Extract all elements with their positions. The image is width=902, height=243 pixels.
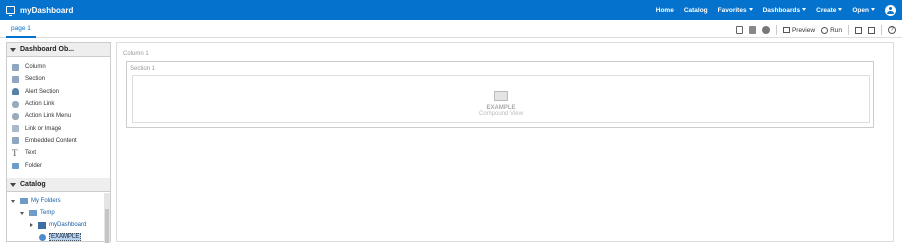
user-avatar-icon[interactable] [885,4,896,16]
nav-favorites-label: Favorites [717,6,747,14]
tree-label: My Folders [31,198,61,204]
top-bar: myDashboard Home Catalog Favorites Dashb… [0,0,902,20]
object-folder[interactable]: Folder [7,159,110,171]
analysis-icon [39,233,46,241]
column-1[interactable]: Section 1 EXAMPLE Compound View [126,61,874,128]
object-action-link-menu[interactable]: Action Link Menu [7,110,110,122]
section-icon [12,75,19,83]
chevron-down-icon [802,8,807,12]
nav-create[interactable]: Create [816,6,843,14]
object-section[interactable]: Section [7,73,110,85]
tree-label: Temp [40,210,55,216]
catalog-title: Catalog [20,181,46,188]
object-label: Action Link [25,101,55,108]
object-label: Alert Section [25,88,60,95]
dashboard-icon [38,221,46,229]
dashboard-objects-title: Dashboard Ob... [20,46,75,53]
chevron-down-icon [838,8,843,12]
preview-label: Preview [791,26,816,34]
column-label: Column 1 [123,51,149,57]
image-icon [12,125,19,133]
nav-catalog[interactable]: Catalog [684,7,708,14]
section-1[interactable]: EXAMPLE Compound View [132,75,870,123]
toolbar-divider [881,25,882,35]
compound-view[interactable]: EXAMPLE Compound View [133,91,869,117]
alert-icon [12,88,19,96]
preview-icon [782,27,790,33]
object-link-or-image[interactable]: Link or Image [7,122,110,134]
run-icon [821,26,829,34]
compound-view-icon [494,91,508,101]
object-label: Embedded Content [25,137,77,144]
app-title: myDashboard [20,5,74,15]
object-alert-section[interactable]: Alert Section [7,86,110,98]
tree-item-mydashboard[interactable]: myDashboard [7,219,110,231]
dashboard-icon [6,6,15,16]
left-panel: Dashboard Ob... Column Section Alert Sec… [6,42,111,243]
toolbar-divider [848,25,849,35]
object-label: Section [25,76,46,83]
help-icon[interactable]: ? [888,26,896,34]
catalog-section: Catalog [7,178,110,192]
nav-open[interactable]: Open [852,7,875,14]
editor-toolbar: Preview Run ? [735,25,896,35]
expand-icon [20,211,24,215]
run-button[interactable]: Run [821,26,842,34]
add-page-icon[interactable] [748,26,756,34]
tree-item-example[interactable]: EXAMPLE [7,231,110,243]
column-icon [12,63,19,71]
tree-item-temp[interactable]: Temp [7,207,110,219]
chevron-down-icon [871,8,875,12]
save-icon[interactable] [855,26,862,34]
nav-favorites[interactable]: Favorites [718,7,753,14]
brand: myDashboard [6,5,74,16]
tree-label: EXAMPLE [49,233,82,241]
toolbar-divider [775,25,777,35]
folder-icon [12,162,19,169]
chevron-down-icon [748,8,753,12]
nav-dashboards-label: Dashboards [762,6,801,14]
run-label: Run [830,26,842,34]
expand-icon [11,199,15,203]
folder-icon [20,198,28,204]
text-icon: T [12,147,18,158]
object-embedded-content[interactable]: Embedded Content [7,135,110,147]
embedded-content-icon [12,137,19,145]
tree-item-my-folders[interactable]: My Folders [7,195,110,207]
nav-dashboards[interactable]: Dashboards [763,7,807,14]
nav-home[interactable]: Home [656,7,674,14]
folder-icon [29,210,37,216]
dashboard-canvas: Column 1 Section 1 EXAMPLE Compound View [116,42,894,242]
catalog-header[interactable]: Catalog [7,178,110,192]
gear-icon[interactable] [761,26,770,34]
nav-open-label: Open [852,6,869,14]
nav-create-label: Create [816,6,837,14]
object-label: Link or Image [25,125,62,132]
view-type: Compound View [479,111,523,117]
catalog-tree: My Folders Temp myDashboard EXAMPLE [7,195,110,243]
action-link-icon [12,100,19,108]
catalog-scroll-thumb[interactable] [105,209,109,243]
collapse-icon [10,47,16,52]
action-link-menu-icon [12,112,19,120]
object-text[interactable]: T Text [7,147,110,159]
page-options-icon[interactable] [735,26,743,34]
tab-page-1[interactable]: page 1 [6,24,36,38]
section-label: Section 1 [130,66,156,72]
object-label: Text [25,150,37,157]
dashboard-objects-header[interactable]: Dashboard Ob... [7,43,110,57]
preview-button[interactable]: Preview [782,26,816,34]
object-label: Folder [25,162,43,169]
object-label: Action Link Menu [25,113,72,120]
object-column[interactable]: Column [7,61,110,73]
page-tab-bar: page 1 Preview Run ? [0,20,902,38]
expand-icon [30,223,33,227]
dashboard-objects-list: Column Section Alert Section Action Link… [7,57,110,172]
object-action-link[interactable]: Action Link [7,98,110,110]
object-label: Column [25,64,46,71]
save-as-icon[interactable] [868,26,875,34]
global-nav: Home Catalog Favorites Dashboards Create… [656,4,896,16]
collapse-icon [10,182,16,187]
tree-label: myDashboard [49,222,87,228]
